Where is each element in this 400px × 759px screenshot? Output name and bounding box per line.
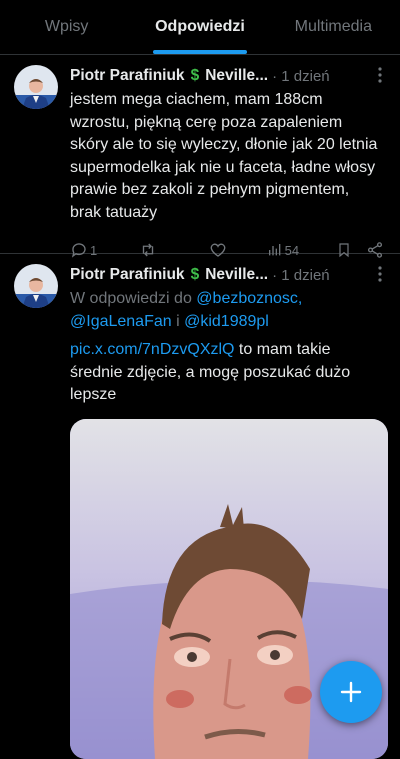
author-name[interactable]: Piotr Parafiniuk bbox=[70, 266, 185, 284]
timestamp[interactable]: · 1 dzień bbox=[272, 267, 330, 284]
reply-context: W odpowiedzi do @bezboznosc, @IgaLenaFan… bbox=[70, 288, 384, 333]
tab-multimedia[interactable]: Multimedia bbox=[267, 0, 400, 54]
dollar-badge: $ bbox=[190, 266, 200, 283]
dollar-badge: $ bbox=[190, 67, 200, 84]
tweet-header: Piotr Parafiniuk $ Neville... · 1 dzień bbox=[70, 264, 384, 286]
tab-label: Wpisy bbox=[44, 18, 89, 35]
author-name-extra[interactable]: Neville... bbox=[205, 67, 268, 85]
mention-link[interactable]: @IgaLenaFan bbox=[70, 313, 172, 330]
active-tab-indicator bbox=[152, 50, 247, 54]
mention-link[interactable]: @bezboznosc, bbox=[196, 290, 302, 307]
author-name[interactable]: Piotr Parafiniuk bbox=[70, 67, 185, 85]
tab-odpowiedzi[interactable]: Odpowiedzi bbox=[133, 0, 266, 54]
timestamp[interactable]: · 1 dzień bbox=[272, 68, 330, 85]
compose-icon bbox=[340, 681, 362, 703]
tweet-text: pic.x.com/7nDzvQXzlQ to mam takie średni… bbox=[70, 339, 384, 407]
tweet-header: Piotr Parafiniuk $ Neville... · 1 dzień bbox=[70, 65, 384, 87]
avatar[interactable] bbox=[14, 65, 58, 109]
tab-label: Multimedia bbox=[294, 18, 372, 35]
mention-link[interactable]: @kid1989pl bbox=[184, 313, 269, 330]
more-icon[interactable] bbox=[378, 67, 382, 88]
author-name-extra[interactable]: Neville... bbox=[205, 266, 268, 284]
pic-link[interactable]: pic.x.com/7nDzvQXzlQ bbox=[70, 341, 234, 358]
profile-tabs: Wpisy Odpowiedzi Multimedia bbox=[0, 0, 400, 55]
compose-button[interactable] bbox=[320, 661, 382, 723]
tab-label: Odpowiedzi bbox=[155, 18, 245, 35]
avatar[interactable] bbox=[14, 264, 58, 308]
tab-wpisy[interactable]: Wpisy bbox=[0, 0, 133, 54]
tweet-text: jestem mega ciachem, mam 188cm wzrostu, … bbox=[70, 91, 378, 221]
reply-prefix: W odpowiedzi do bbox=[70, 290, 192, 307]
reply-and: i bbox=[171, 312, 185, 330]
tweet[interactable]: Piotr Parafiniuk $ Neville... · 1 dzień … bbox=[0, 55, 400, 258]
more-icon[interactable] bbox=[378, 266, 382, 287]
